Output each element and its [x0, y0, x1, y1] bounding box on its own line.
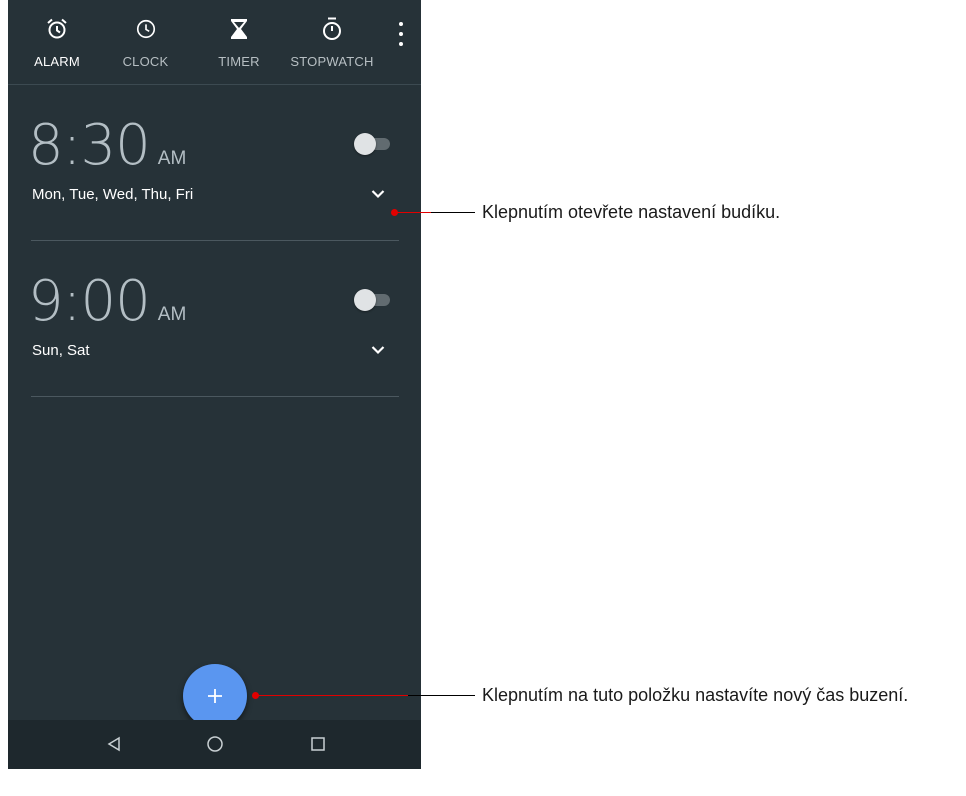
alarm-time[interactable]: 9:00 AM	[28, 269, 186, 334]
clock-icon	[133, 16, 159, 42]
toggle-thumb	[354, 289, 376, 311]
alarm-ampm: AM	[157, 304, 187, 325]
callout-add-text: Klepnutím na tuto položku nastavíte nový…	[482, 685, 909, 705]
alarm-clock-icon	[44, 16, 70, 42]
plus-icon	[208, 689, 222, 703]
hourglass-icon	[226, 16, 252, 42]
alarm-item[interactable]: 9:00 AM Sun, Sat	[8, 241, 421, 397]
home-icon[interactable]	[203, 732, 227, 756]
toggle-thumb	[354, 133, 376, 155]
callout-line-expand	[431, 212, 475, 213]
alarm-days: Sun, Sat	[32, 342, 90, 359]
tab-bar: ALARM CLOCK TIMER STOPWATCH	[8, 0, 421, 84]
tab-clock[interactable]: CLOCK	[108, 0, 183, 84]
navigation-bar	[8, 720, 421, 769]
tab-alarm-label: ALARM	[34, 54, 80, 69]
alarm-ampm: AM	[157, 148, 187, 169]
overflow-menu-icon[interactable]	[396, 22, 406, 46]
alarm-toggle[interactable]	[354, 289, 392, 311]
alarm-divider	[31, 396, 399, 397]
stopwatch-icon	[319, 16, 345, 42]
phone-screen: ALARM CLOCK TIMER STOPWATCH 8:30 AM Mon,…	[8, 0, 421, 769]
callout-line-add-red	[258, 695, 408, 696]
alarm-days: Mon, Tue, Wed, Thu, Fri	[32, 186, 194, 203]
alarm-time-value: 8:30	[28, 113, 151, 178]
tab-timer-label: TIMER	[218, 54, 260, 69]
alarm-item[interactable]: 8:30 AM Mon, Tue, Wed, Thu, Fri	[8, 85, 421, 241]
chevron-down-icon[interactable]	[369, 341, 387, 359]
add-alarm-button[interactable]	[183, 664, 247, 728]
tab-clock-label: CLOCK	[122, 54, 169, 69]
tab-alarm[interactable]: ALARM	[18, 0, 96, 84]
callout-expand-text: Klepnutím otevřete nastavení budíku.	[482, 202, 781, 222]
alarm-time[interactable]: 8:30 AM	[28, 113, 186, 178]
tab-stopwatch[interactable]: STOPWATCH	[286, 0, 378, 84]
recents-icon[interactable]	[306, 732, 330, 756]
alarm-toggle[interactable]	[354, 133, 392, 155]
callout-line-expand-red	[397, 212, 431, 213]
back-icon[interactable]	[102, 732, 126, 756]
tab-timer[interactable]: TIMER	[200, 0, 278, 84]
chevron-down-icon[interactable]	[369, 185, 387, 203]
alarm-time-value: 9:00	[28, 269, 151, 334]
tab-stopwatch-label: STOPWATCH	[290, 54, 374, 69]
callout-line-add	[408, 695, 475, 696]
